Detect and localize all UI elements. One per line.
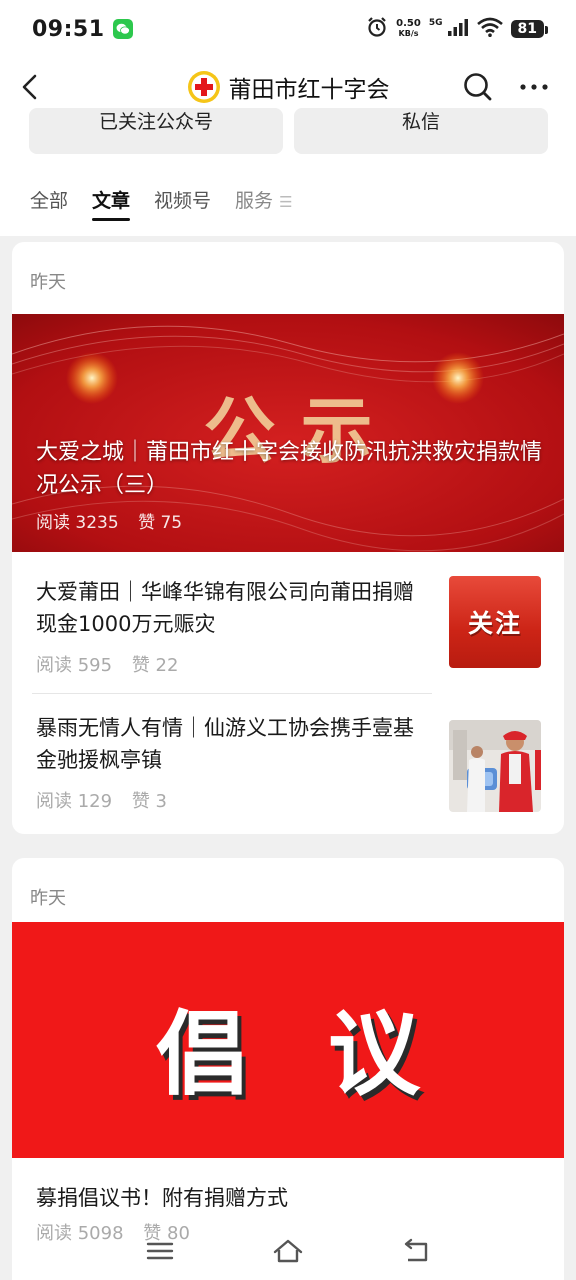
thumbnail-label: 关注: [467, 609, 522, 638]
battery-indicator: 81: [510, 20, 549, 38]
net-speed-value: 0.50: [396, 18, 421, 29]
article-thumbnail: 关注: [449, 576, 541, 668]
tab-channels[interactable]: 视频号: [154, 184, 211, 224]
followed-account-button[interactable]: 已关注公众号: [29, 108, 283, 154]
tab-articles[interactable]: 文章: [92, 184, 131, 224]
divider: [32, 693, 432, 694]
article-title[interactable]: 募捐倡议书！附有捐赠方式: [36, 1182, 288, 1212]
page-title: 莆田市红十字会: [228, 77, 390, 103]
publish-date: 昨天: [30, 888, 66, 909]
return-icon[interactable]: [400, 1235, 432, 1267]
private-message-label: 私信: [401, 110, 440, 133]
system-nav-bar: [0, 1222, 576, 1280]
proposal-banner[interactable]: 倡议: [12, 922, 564, 1158]
alarm-icon: [366, 16, 388, 42]
list-item[interactable]: 大爱莆田｜华峰华锦有限公司向莆田捐赠现金1000万元赈灾 阅读 595 赞 22…: [36, 576, 544, 688]
article-feed: 昨天 公 示 大爱之城｜莆田市红十字会接收防汛抗洪救灾捐款情况公示（三） 阅读 …: [0, 236, 576, 1280]
tab-services-label: 服务: [235, 190, 274, 212]
followed-account-label: 已关注公众号: [98, 110, 213, 133]
status-time: 09:51: [32, 16, 105, 42]
back-arrow-icon[interactable]: [14, 70, 48, 104]
article-title: 暴雨无情人有情｜仙游义工协会携手壹基金驰援枫亭镇: [36, 716, 414, 772]
tab-services[interactable]: 服务 ☰: [235, 184, 293, 224]
featured-article[interactable]: 公 示 大爱之城｜莆田市红十字会接收防汛抗洪救灾捐款情况公示（三） 阅读 323…: [12, 314, 564, 552]
wechat-icon: [112, 19, 133, 39]
net-speed-unit: KB/s: [398, 29, 419, 38]
banner-text: 倡议: [155, 1001, 500, 1108]
article-title: 大爱莆田｜华峰华锦有限公司向莆田捐赠现金1000万元赈灾: [36, 580, 414, 636]
net-speed: 0.50 KB/s: [396, 19, 421, 39]
menu-icon[interactable]: [144, 1235, 176, 1267]
tab-overflow-icon: ☰: [279, 193, 293, 211]
featured-article-title: 大爱之城｜莆田市红十字会接收防汛抗洪救灾捐款情况公示（三）: [36, 440, 543, 498]
private-message-button[interactable]: 私信: [294, 108, 548, 154]
signal-label: 5G: [428, 18, 443, 28]
status-bar: 09:51 0.50 KB/s 5G 81: [0, 0, 576, 58]
article-stats: 阅读 129 赞 3: [36, 787, 181, 813]
more-icon[interactable]: [516, 69, 552, 105]
search-icon[interactable]: [460, 69, 496, 105]
like-count: 赞 75: [138, 513, 183, 533]
profile-actions: 已关注公众号 私信 全部 文章 视频号 服务 ☰: [0, 108, 576, 236]
like-count: 赞 3: [131, 791, 167, 812]
article-group-card: 昨天 公 示 大爱之城｜莆田市红十字会接收防汛抗洪救灾捐款情况公示（三） 阅读 …: [12, 242, 564, 834]
tab-all[interactable]: 全部: [30, 184, 68, 224]
read-count: 阅读 129: [36, 791, 113, 812]
read-count: 阅读 595: [36, 655, 113, 676]
list-item[interactable]: 暴雨无情人有情｜仙游义工协会携手壹基金驰援枫亭镇 阅读 129 赞 3: [36, 712, 544, 816]
publish-date: 昨天: [30, 272, 66, 293]
red-cross-logo-icon: [187, 70, 221, 104]
read-count: 阅读 3235: [36, 513, 119, 533]
signal-icon: [447, 18, 469, 40]
content-tabs: 全部 文章 视频号 服务 ☰: [30, 184, 293, 234]
like-count: 赞 22: [131, 655, 179, 676]
status-indicators: 0.50 KB/s 5G 81: [366, 16, 549, 42]
article-group-card: 昨天 倡议 募捐倡议书！附有捐赠方式 阅读 5098 赞 80: [12, 858, 564, 1280]
home-icon[interactable]: [272, 1235, 304, 1267]
article-stats: 阅读 595 赞 22: [36, 651, 192, 677]
featured-article-stats: 阅读 3235 赞 75: [36, 508, 196, 533]
volunteer-photo-thumbnail: [449, 720, 541, 812]
wifi-icon: [476, 17, 503, 41]
